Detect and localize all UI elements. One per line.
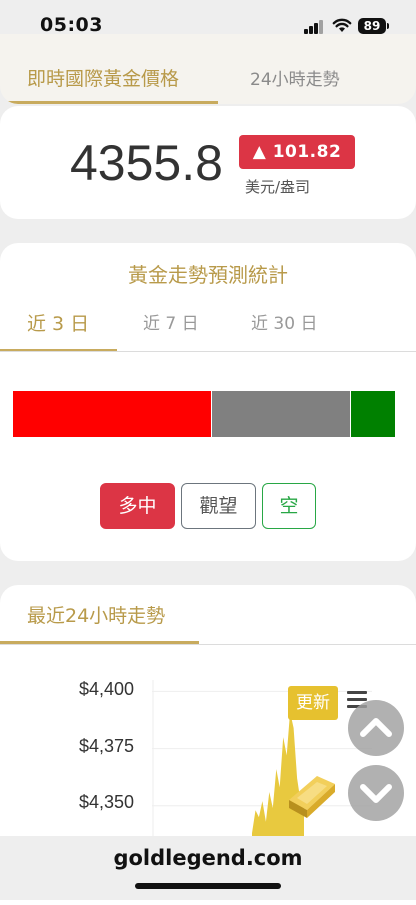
tab-3-days[interactable]: 近 3 日 <box>27 309 89 336</box>
price-tabs-card: 即時國際黃金價格 24小時走勢 <box>0 34 416 104</box>
status-time: 05:03 <box>40 14 103 36</box>
site-url[interactable]: goldlegend.com <box>0 846 416 870</box>
y-tick-4400: $4,400 <box>78 679 134 699</box>
price-change-badge: ▲ 101.82 <box>239 135 355 169</box>
forecast-bar-neutral <box>212 391 350 437</box>
forecast-bar-long <box>13 391 211 437</box>
browser-footer: goldlegend.com <box>0 836 416 900</box>
forecast-title: 黃金走勢預測統計 <box>128 263 288 287</box>
gold-bar-icon <box>289 776 335 818</box>
price-card: 4355.8 ▲ 101.82 美元/盎司 <box>0 106 416 219</box>
long-button[interactable]: 多中 <box>100 483 175 529</box>
tab-30-days[interactable]: 近 30 日 <box>251 309 317 334</box>
battery-tip <box>387 23 389 29</box>
y-tick-4375: $4,375 <box>78 736 134 756</box>
chevron-up-icon <box>360 718 392 737</box>
home-indicator <box>135 883 281 889</box>
wifi-icon <box>332 18 352 32</box>
trend-title: 最近24小時走勢 <box>27 605 166 627</box>
y-tick-4350: $4,350 <box>78 792 134 812</box>
tab-24h-trend[interactable]: 24小時走勢 <box>250 65 340 90</box>
tab-7-days[interactable]: 近 7 日 <box>143 309 199 334</box>
forecast-bar-short <box>351 391 395 437</box>
price-unit: 美元/盎司 <box>245 178 311 196</box>
tab-active-underline <box>0 101 218 104</box>
chevron-down-icon <box>360 784 392 803</box>
battery-icon: 89 <box>358 18 386 34</box>
cellular-signal-icon <box>304 20 324 34</box>
wait-and-see-button[interactable]: 觀望 <box>181 483 256 529</box>
short-button[interactable]: 空 <box>262 483 316 529</box>
trend-divider <box>0 644 416 645</box>
trend-chart <box>152 680 372 840</box>
scroll-up-button[interactable] <box>348 700 404 756</box>
scroll-down-button[interactable] <box>348 765 404 821</box>
tab-live-gold-price[interactable]: 即時國際黃金價格 <box>27 64 179 91</box>
forecast-tab-divider <box>0 351 416 352</box>
update-button[interactable]: 更新 <box>288 686 338 720</box>
forecast-card: 黃金走勢預測統計 近 3 日 近 7 日 近 30 日 多中 觀望 空 <box>0 243 416 561</box>
gold-price-value: 4355.8 <box>70 135 223 191</box>
